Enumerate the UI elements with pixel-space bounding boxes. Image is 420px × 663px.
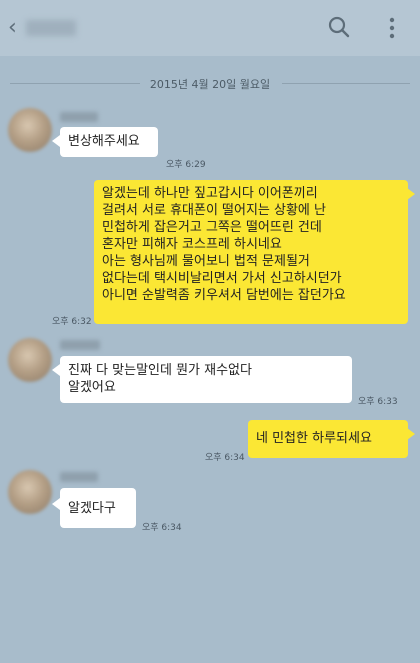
more-vertical-icon[interactable] — [388, 16, 396, 40]
message-bubble[interactable]: 네 민첩한 하루되세요 — [248, 420, 408, 458]
message-time: 오후 6:34 — [205, 453, 245, 463]
message-time: 오후 6:34 — [142, 523, 182, 533]
avatar[interactable] — [8, 470, 52, 514]
chevron-left-icon[interactable]: ‹ — [8, 15, 17, 40]
bubble-tail — [52, 364, 60, 376]
message-bubble[interactable]: 알겠다구 — [60, 488, 136, 528]
date-label: 2015년 4월 20일 월요일 — [149, 78, 271, 91]
message-bubble[interactable]: 변상해주세요 — [60, 127, 158, 157]
message-bubble[interactable]: 진짜 다 맞는말인데 뭔가 재수없다 알겠어요 — [60, 356, 352, 403]
avatar[interactable] — [8, 108, 52, 152]
bubble-tail — [52, 498, 60, 510]
message-time: 오후 6:29 — [166, 160, 206, 170]
sender-name-blurred — [60, 112, 98, 122]
sender-name-blurred — [60, 472, 98, 482]
message-time: 오후 6:32 — [52, 317, 92, 327]
message-bubble[interactable]: 알겠는데 하나만 짚고갑시다 이어폰끼리 걸려서 서로 휴대폰이 떨어지는 상황… — [94, 180, 408, 324]
avatar[interactable] — [8, 338, 52, 382]
bubble-tail — [407, 428, 415, 440]
bubble-tail — [52, 135, 60, 147]
chat-header: ‹ — [0, 0, 420, 56]
chat-title-blurred — [26, 20, 76, 36]
search-icon[interactable] — [327, 15, 351, 39]
bubble-tail — [407, 188, 415, 200]
date-divider: 2015년 4월 20일 월요일 — [0, 72, 420, 96]
message-time: 오후 6:33 — [358, 397, 398, 407]
sender-name-blurred — [60, 340, 100, 350]
